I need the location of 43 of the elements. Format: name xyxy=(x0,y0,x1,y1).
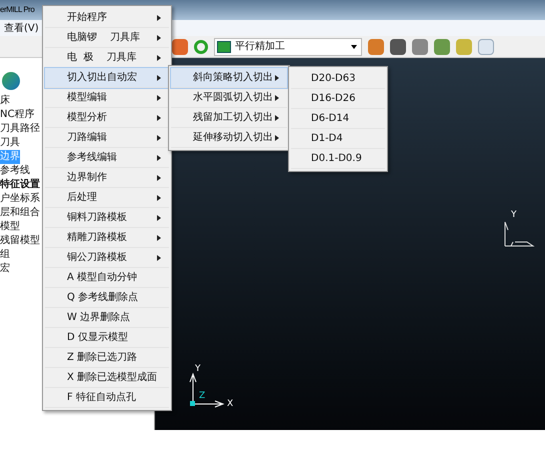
tree-item[interactable]: 床 xyxy=(0,94,10,108)
menu-item[interactable]: A 模型自动分钟 xyxy=(45,268,169,288)
menu-item[interactable]: 后处理 xyxy=(45,188,169,208)
tree-item[interactable]: 参考线 xyxy=(0,164,30,178)
menu-item[interactable]: D0.1-D0.9 xyxy=(291,149,385,169)
menu-item[interactable]: D1-D4 xyxy=(291,129,385,149)
window-title: erMILL Pro xyxy=(0,4,34,16)
tree-item[interactable]: 层和组合 xyxy=(0,206,40,220)
menu-title[interactable]: 查看(V) xyxy=(4,20,39,36)
menu-item[interactable]: 水平圆弧切入切出 xyxy=(171,88,287,108)
tree-item[interactable]: 残留模型 xyxy=(0,234,40,248)
dropdown-icon xyxy=(351,44,357,48)
view-cube-drawing: Y xyxy=(501,208,535,248)
menu-item[interactable]: 电脑锣 刀具库 xyxy=(45,28,169,48)
menu-item[interactable]: D6-D14 xyxy=(291,109,385,129)
menu-item[interactable]: 斜向策略切入切出 xyxy=(171,68,287,88)
menu-item[interactable]: 切入切出自动宏 xyxy=(45,68,169,88)
tree-item[interactable]: 模型 xyxy=(0,220,20,234)
tree-item[interactable]: 宏 xyxy=(0,262,10,276)
strategy-field[interactable]: 平行精加工 xyxy=(214,38,362,56)
menu-item[interactable]: Z 删除已选刀路 xyxy=(45,348,169,368)
menu-item[interactable]: W 边界删除点 xyxy=(45,308,169,328)
tree-item[interactable]: NC程序 xyxy=(0,108,34,122)
menu-item[interactable]: D16-D26 xyxy=(291,89,385,109)
tree-item[interactable]: 刀具路径 xyxy=(0,122,40,136)
tree-item[interactable]: 刀具 xyxy=(0,136,20,150)
menu-item[interactable]: 铜料刀路模板 xyxy=(45,208,169,228)
tree-item[interactable]: 户坐标系 xyxy=(0,192,40,206)
menu-item[interactable]: 开始程序 xyxy=(45,8,169,28)
menu-item[interactable]: 延伸移动切入切出 xyxy=(171,128,287,148)
menu-item[interactable]: F 特征自动点孔 xyxy=(45,388,169,408)
tree-item[interactable]: 特征设置 xyxy=(0,178,40,192)
menu-item[interactable]: 精雕刀路模板 xyxy=(45,228,169,248)
menu-item[interactable]: 残留加工切入切出 xyxy=(171,108,287,128)
menu-item[interactable]: D 仅显示模型 xyxy=(45,328,169,348)
menu-item[interactable]: 铜公刀路模板 xyxy=(45,248,169,268)
menu-item[interactable]: Q 参考线删除点 xyxy=(45,288,169,308)
tree-item[interactable]: 组 xyxy=(0,248,10,262)
menu-item[interactable]: 边界制作 xyxy=(45,168,169,188)
menu-item[interactable]: D20-D63 xyxy=(291,69,385,89)
menu-item[interactable]: 参考线编辑 xyxy=(45,148,169,168)
menu-item[interactable]: X 删除已选模型成面 xyxy=(45,368,169,388)
axis-triad-drawing: Y X Z xyxy=(183,362,243,410)
